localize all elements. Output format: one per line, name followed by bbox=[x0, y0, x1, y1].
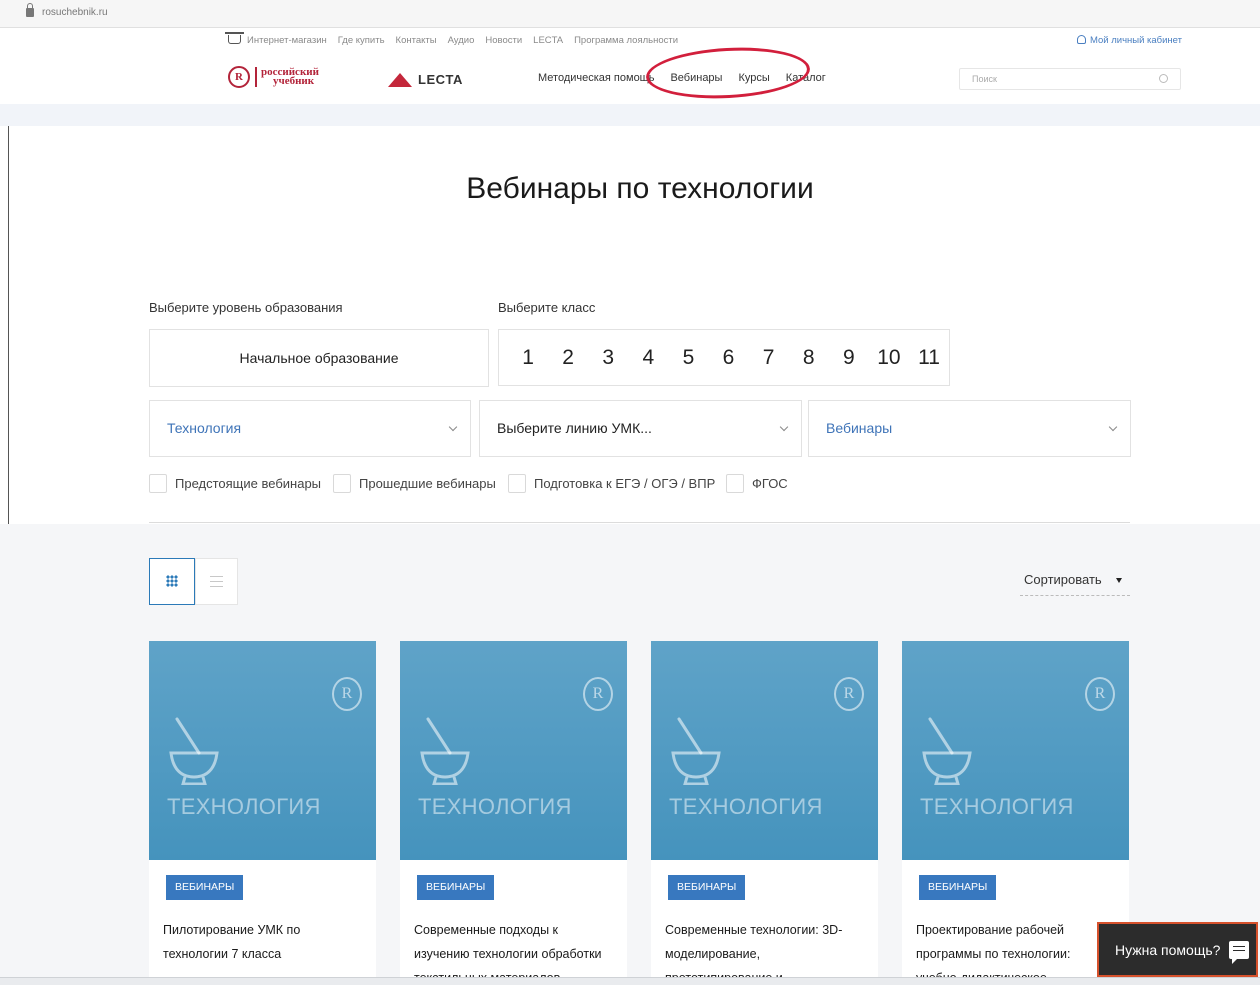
checkbox-upcoming[interactable]: Предстоящие вебинары bbox=[149, 474, 321, 493]
url-text[interactable]: rosuchebnik.ru bbox=[42, 7, 108, 18]
grade-2[interactable]: 2 bbox=[548, 346, 588, 370]
webinar-card[interactable]: R ТЕХНОЛОГИЯ ВЕБИНАРЫ Пилотирование УМК … bbox=[149, 641, 376, 985]
list-icon bbox=[210, 576, 223, 587]
ru-watermark-icon: R bbox=[332, 677, 362, 711]
card-title[interactable]: Проектирование рабочей программы по техн… bbox=[916, 918, 1116, 985]
checkbox-past[interactable]: Прошедшие вебинары bbox=[333, 474, 496, 493]
site-header: Интернет-магазин Где купить Контакты Ауд… bbox=[0, 28, 1260, 104]
cart-link[interactable]: Интернет-магазин bbox=[225, 32, 327, 46]
top-link-contacts[interactable]: Контакты bbox=[396, 35, 437, 46]
top-links: Интернет-магазин Где купить Контакты Ауд… bbox=[225, 32, 689, 46]
grade-7[interactable]: 7 bbox=[749, 346, 789, 370]
list-view-button[interactable] bbox=[195, 558, 238, 605]
top-link-lecta[interactable]: LECTA bbox=[533, 35, 563, 46]
checkbox-exam-prep[interactable]: Подготовка к ЕГЭ / ОГЭ / ВПР bbox=[508, 474, 715, 493]
ru-watermark-icon: R bbox=[1085, 677, 1115, 711]
divider bbox=[149, 522, 1130, 523]
grade-8[interactable]: 8 bbox=[789, 346, 829, 370]
top-link-loyalty[interactable]: Программа лояльности bbox=[574, 35, 678, 46]
header-band bbox=[0, 104, 1260, 126]
level-label: Выберите уровень образования bbox=[149, 300, 343, 315]
taskbar bbox=[0, 977, 1260, 985]
account-link[interactable]: Мой личный кабинет bbox=[1076, 35, 1182, 46]
top-link-where-to-buy[interactable]: Где купить bbox=[338, 35, 385, 46]
mortar-pestle-icon bbox=[671, 717, 721, 785]
checkbox-box[interactable] bbox=[726, 474, 744, 493]
browser-url-bar[interactable]: rosuchebnik.ru bbox=[0, 0, 1260, 28]
chevron-down-icon bbox=[448, 422, 458, 432]
checkbox-box[interactable] bbox=[508, 474, 526, 493]
chevron-down-icon bbox=[779, 422, 789, 432]
grade-6[interactable]: 6 bbox=[708, 346, 748, 370]
card-title[interactable]: Современные подходы к изучению технологи… bbox=[414, 918, 614, 985]
umk-select[interactable]: Выберите линию УМК... bbox=[479, 400, 802, 457]
card-badge[interactable]: ВЕБИНАРЫ bbox=[668, 875, 746, 900]
mortar-pestle-icon bbox=[922, 717, 972, 785]
card-cover: R ТЕХНОЛОГИЯ bbox=[902, 641, 1129, 860]
subject-select[interactable]: Технология bbox=[149, 400, 471, 457]
rosuchebnik-logo[interactable]: R российский учебник bbox=[228, 66, 319, 88]
sort-dropdown[interactable]: Сортировать bbox=[1020, 572, 1130, 596]
ru-watermark-icon: R bbox=[834, 677, 864, 711]
chevron-down-icon bbox=[1108, 422, 1118, 432]
grade-selector: 1 2 3 4 5 6 7 8 9 10 11 bbox=[498, 329, 950, 386]
grade-11[interactable]: 11 bbox=[909, 346, 949, 370]
ru-logo-icon: R bbox=[228, 66, 250, 88]
grid-icon bbox=[166, 575, 178, 587]
checkbox-box[interactable] bbox=[149, 474, 167, 493]
mortar-pestle-icon bbox=[420, 717, 470, 785]
checkbox-box[interactable] bbox=[333, 474, 351, 493]
lecta-logo[interactable]: LECTA bbox=[388, 72, 463, 87]
lock-icon bbox=[26, 3, 34, 17]
webinar-card[interactable]: R ТЕХНОЛОГИЯ ВЕБИНАРЫ Современные технол… bbox=[651, 641, 878, 985]
grade-9[interactable]: 9 bbox=[829, 346, 869, 370]
lecta-logo-icon bbox=[388, 72, 412, 87]
card-badge[interactable]: ВЕБИНАРЫ bbox=[166, 875, 244, 900]
grade-1[interactable]: 1 bbox=[508, 346, 548, 370]
help-chat-button[interactable]: Нужна помощь? bbox=[1097, 922, 1258, 977]
grade-10[interactable]: 10 bbox=[869, 346, 909, 370]
top-link-audio[interactable]: Аудио bbox=[448, 35, 475, 46]
card-title[interactable]: Пилотирование УМК по технологии 7 класса bbox=[163, 918, 363, 966]
education-level-select[interactable]: Начальное образование bbox=[149, 329, 489, 387]
card-cover: R ТЕХНОЛОГИЯ bbox=[651, 641, 878, 860]
person-icon bbox=[1076, 35, 1086, 44]
grid-view-button[interactable] bbox=[149, 558, 195, 605]
grade-4[interactable]: 4 bbox=[628, 346, 668, 370]
search-icon[interactable] bbox=[1159, 74, 1168, 83]
card-title[interactable]: Современные технологии: 3D-моделирование… bbox=[665, 918, 865, 985]
grade-label: Выберите класс bbox=[498, 300, 596, 315]
nav-methodical-help[interactable]: Методическая помощь bbox=[538, 72, 654, 84]
top-link-news[interactable]: Новости bbox=[485, 35, 522, 46]
card-badge[interactable]: ВЕБИНАРЫ bbox=[417, 875, 495, 900]
search-input[interactable]: Поиск bbox=[959, 68, 1181, 90]
checkbox-fgos[interactable]: ФГОС bbox=[726, 474, 788, 493]
webinar-card[interactable]: R ТЕХНОЛОГИЯ ВЕБИНАРЫ Современные подход… bbox=[400, 641, 627, 985]
type-select[interactable]: Вебинары bbox=[808, 400, 1131, 457]
chat-icon bbox=[1229, 940, 1250, 964]
grade-3[interactable]: 3 bbox=[588, 346, 628, 370]
card-cover: R ТЕХНОЛОГИЯ bbox=[149, 641, 376, 860]
ru-watermark-icon: R bbox=[583, 677, 613, 711]
cart-icon bbox=[225, 32, 244, 44]
card-badge[interactable]: ВЕБИНАРЫ bbox=[919, 875, 997, 900]
card-cover: R ТЕХНОЛОГИЯ bbox=[400, 641, 627, 860]
webinar-card[interactable]: R ТЕХНОЛОГИЯ ВЕБИНАРЫ Проектирование раб… bbox=[902, 641, 1129, 985]
caret-down-icon bbox=[1116, 578, 1122, 583]
grade-5[interactable]: 5 bbox=[668, 346, 708, 370]
page-title: Вебинары по технологии bbox=[466, 172, 814, 205]
mortar-pestle-icon bbox=[169, 717, 219, 785]
